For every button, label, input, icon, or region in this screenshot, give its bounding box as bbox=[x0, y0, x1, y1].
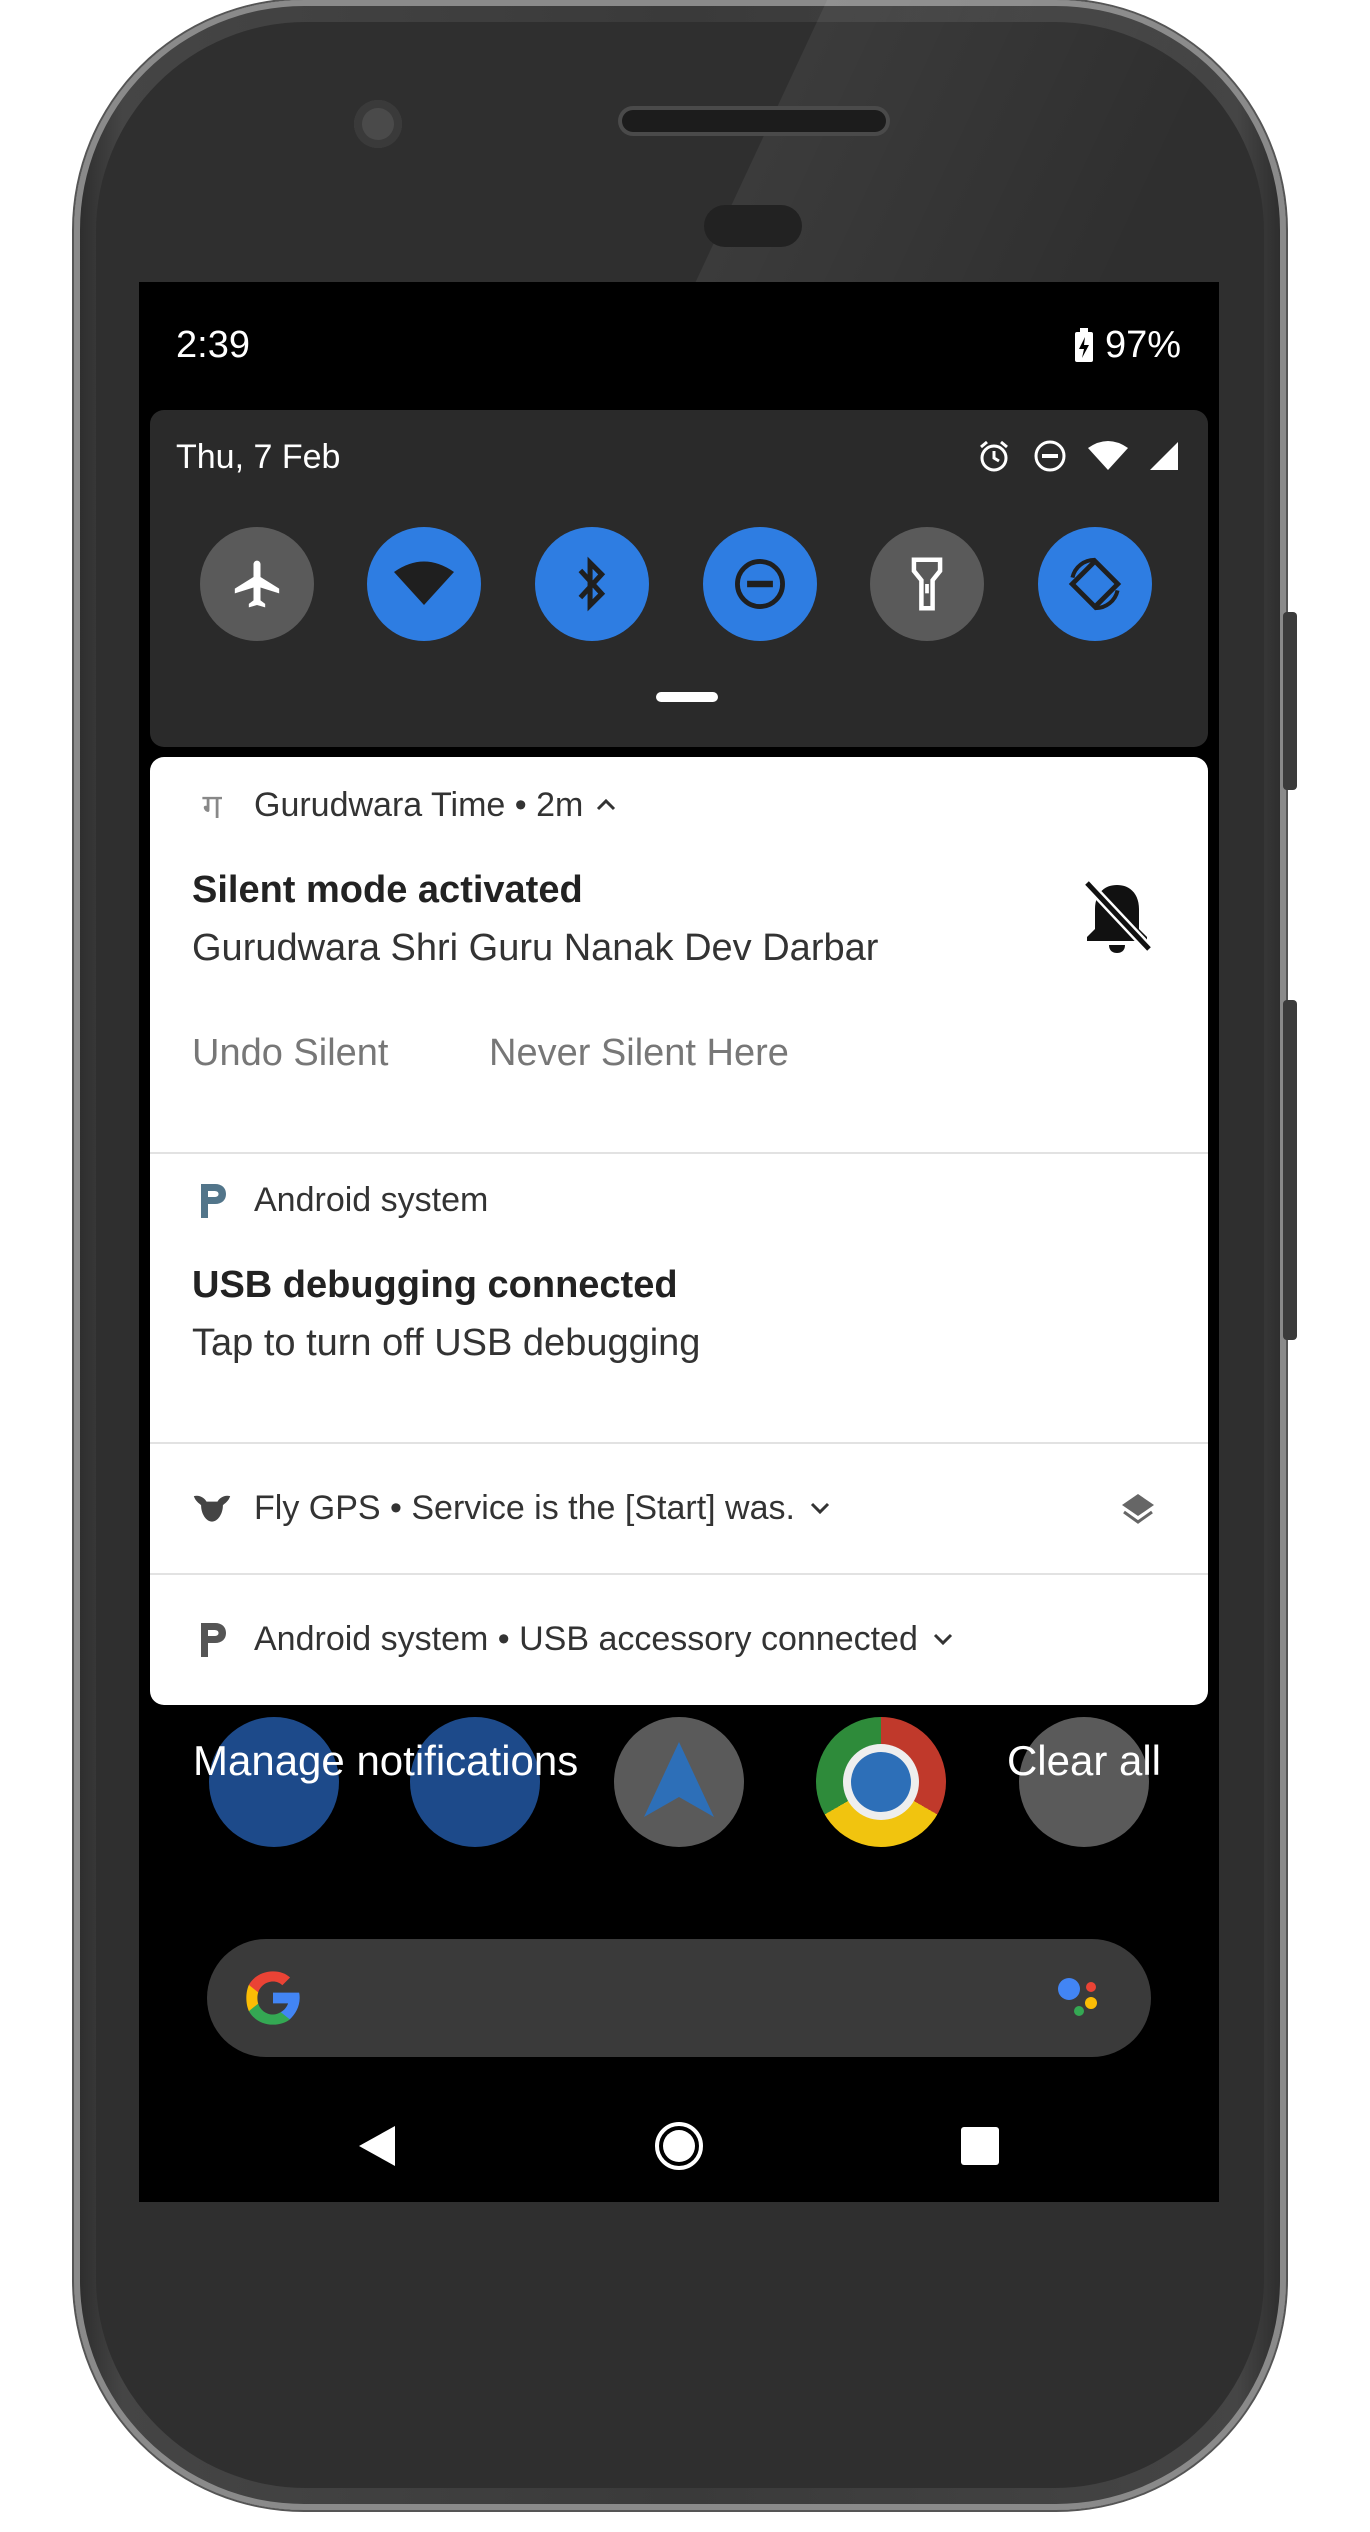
qs-tile-airplane[interactable] bbox=[200, 527, 314, 641]
bell-off-icon bbox=[1083, 879, 1153, 953]
notification-usb-debugging[interactable]: Android system USB debugging connected T… bbox=[150, 1152, 1208, 1444]
undo-silent-button[interactable]: Undo Silent bbox=[192, 1032, 388, 1075]
never-silent-here-button[interactable]: Never Silent Here bbox=[489, 1032, 789, 1075]
layers-icon bbox=[1122, 1494, 1154, 1524]
home-icon[interactable] bbox=[653, 2120, 705, 2172]
auto-rotate-icon bbox=[1068, 557, 1122, 611]
app-header-text: Fly GPS • Service is the [Start] was. bbox=[254, 1488, 795, 1527]
qs-tile-dnd[interactable] bbox=[703, 527, 817, 641]
notification-gurudwara[interactable]: ग Gurudwara Time • 2m Silent mode activa… bbox=[150, 757, 1208, 1152]
notification-shade: ग Gurudwara Time • 2m Silent mode activa… bbox=[150, 757, 1208, 1705]
status-time: 2:39 bbox=[176, 324, 250, 366]
notification-text: Tap to turn off USB debugging bbox=[192, 1322, 701, 1364]
qs-tile-auto-rotate[interactable] bbox=[1038, 527, 1152, 641]
flashlight-icon bbox=[911, 557, 943, 611]
status-right: 97% bbox=[1073, 324, 1181, 367]
notification-usb-accessory[interactable]: Android system • USB accessory connected bbox=[150, 1573, 1208, 1705]
wifi-icon bbox=[1088, 441, 1128, 470]
notification-header: Android system • USB accessory connected bbox=[192, 1619, 956, 1659]
qs-tile-bluetooth[interactable] bbox=[535, 527, 649, 641]
notification-title: Silent mode activated bbox=[192, 869, 583, 911]
chevron-down-icon[interactable] bbox=[930, 1629, 956, 1649]
notification-header: ग Gurudwara Time • 2m bbox=[192, 785, 619, 826]
notification-fly-gps[interactable]: Fly GPS • Service is the [Start] was. bbox=[150, 1442, 1208, 1575]
cellular-signal-icon bbox=[1150, 442, 1178, 470]
clear-all-button[interactable]: Clear all bbox=[1007, 1737, 1161, 1785]
qs-tile-wifi[interactable] bbox=[367, 527, 481, 641]
qs-tile-flashlight[interactable] bbox=[870, 527, 984, 641]
power-button bbox=[1283, 612, 1297, 790]
google-search-bar[interactable] bbox=[207, 1939, 1151, 2057]
battery-charging-icon bbox=[1074, 327, 1093, 362]
earpiece-speaker bbox=[622, 110, 886, 132]
google-assistant-icon bbox=[1058, 1978, 1097, 2016]
google-g-icon bbox=[246, 1971, 300, 2025]
screen: 2:39 97% Thu, 7 Feb Manage notifications… bbox=[139, 282, 1219, 2202]
manage-notifications-button[interactable]: Manage notifications bbox=[193, 1737, 578, 1785]
battery-percent: 97% bbox=[1104, 324, 1181, 366]
navigation-bar bbox=[139, 2102, 1219, 2202]
recents-icon[interactable] bbox=[959, 2125, 1001, 2167]
qs-date: Thu, 7 Feb bbox=[176, 438, 341, 476]
notification-title: USB debugging connected bbox=[192, 1264, 678, 1306]
chevron-up-icon[interactable] bbox=[593, 795, 619, 815]
proximity-sensor bbox=[704, 205, 802, 247]
fly-gps-icon bbox=[192, 1488, 232, 1528]
qs-status-icons bbox=[976, 438, 1180, 474]
wifi-icon bbox=[394, 561, 454, 605]
chevron-down-icon[interactable] bbox=[807, 1498, 833, 1518]
qs-expand-handle[interactable] bbox=[656, 692, 718, 702]
notification-header: Android system bbox=[192, 1180, 488, 1220]
chrome-center-dot bbox=[851, 1752, 911, 1812]
volume-button bbox=[1283, 1000, 1297, 1340]
android-system-icon bbox=[192, 1619, 232, 1659]
dnd-icon bbox=[735, 559, 785, 609]
android-system-icon bbox=[192, 1180, 232, 1220]
quick-settings-panel: Thu, 7 Feb bbox=[150, 410, 1208, 747]
app-header-text: Android system bbox=[254, 1180, 489, 1219]
bluetooth-icon bbox=[578, 556, 606, 612]
notification-header: Fly GPS • Service is the [Start] was. bbox=[192, 1488, 833, 1528]
airplane-icon bbox=[234, 560, 280, 608]
chrome-app-icon[interactable] bbox=[816, 1717, 946, 1847]
dnd-icon bbox=[1034, 440, 1066, 472]
alarm-icon bbox=[980, 440, 1008, 472]
navigation-arrow-icon bbox=[644, 1742, 714, 1817]
gurudwara-app-icon: ग bbox=[202, 788, 222, 826]
app-header-text: Gurudwara Time • 2m bbox=[254, 785, 584, 824]
back-icon[interactable] bbox=[355, 2122, 399, 2170]
app-header-text: Android system • USB accessory connected bbox=[254, 1619, 918, 1658]
maps-app-icon[interactable] bbox=[614, 1717, 744, 1847]
notification-text: Gurudwara Shri Guru Nanak Dev Darbar bbox=[192, 927, 879, 969]
front-camera bbox=[354, 100, 402, 148]
